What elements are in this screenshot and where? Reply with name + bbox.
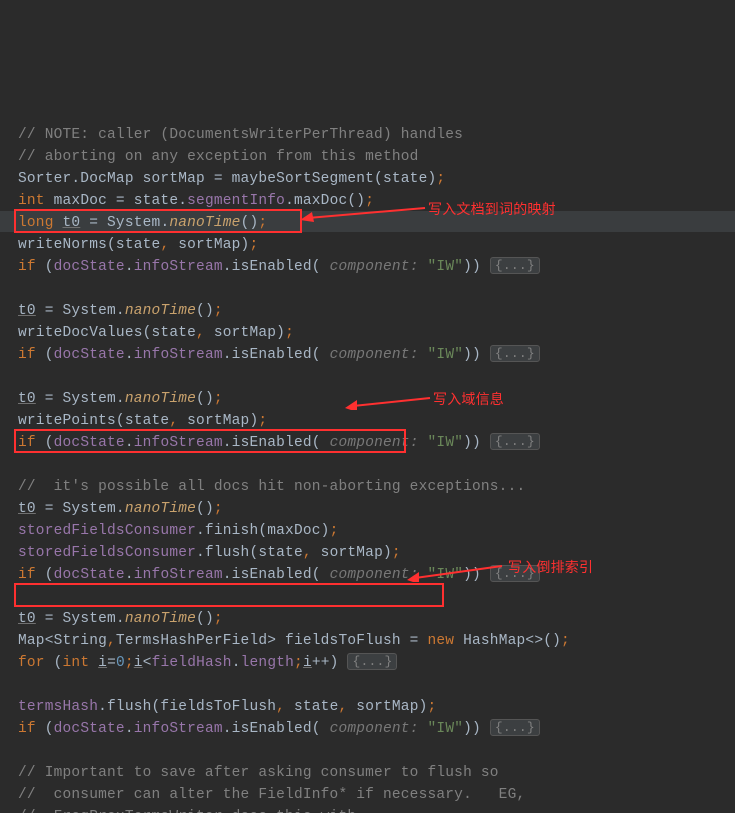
- comment: // it's possible all docs hit non-aborti…: [18, 479, 525, 495]
- comment: // consumer can alter the FieldInfo* if …: [18, 787, 525, 803]
- code-line: for (int i=0;i<fieldHash.length;i++) {..…: [18, 655, 397, 671]
- fold-marker[interactable]: {...}: [490, 345, 540, 362]
- fold-marker[interactable]: {...}: [490, 433, 540, 450]
- fold-marker[interactable]: {...}: [490, 257, 540, 274]
- code-line: t0 = System.nanoTime();: [18, 391, 223, 407]
- code-line: long t0 = System.nanoTime();: [18, 215, 267, 231]
- code-line: int maxDoc = state.segmentInfo.maxDoc();: [18, 193, 374, 209]
- comment: // FreqProxTermsWriter does this with: [18, 809, 356, 813]
- fold-marker[interactable]: {...}: [490, 719, 540, 736]
- code-line: storedFieldsConsumer.finish(maxDoc);: [18, 523, 338, 539]
- code-line: writePoints(state, sortMap);: [18, 413, 267, 429]
- code-editor[interactable]: // NOTE: caller (DocumentsWriterPerThrea…: [0, 0, 735, 813]
- code-line: t0 = System.nanoTime();: [18, 501, 223, 517]
- fold-marker[interactable]: {...}: [347, 653, 397, 670]
- code-line: writeNorms(state, sortMap);: [18, 237, 258, 253]
- comment: // aborting on any exception from this m…: [18, 149, 419, 165]
- code-block: // NOTE: caller (DocumentsWriterPerThrea…: [18, 102, 735, 813]
- code-line: if (docState.infoStream.isEnabled( compo…: [18, 259, 540, 275]
- code-line: if (docState.infoStream.isEnabled( compo…: [18, 435, 540, 451]
- code-line: storedFieldsConsumer.flush(state, sortMa…: [18, 545, 401, 561]
- code-line: Map<String,TermsHashPerField> fieldsToFl…: [18, 633, 570, 649]
- code-line: t0 = System.nanoTime();: [18, 611, 223, 627]
- code-line: if (docState.infoStream.isEnabled( compo…: [18, 567, 540, 583]
- code-line: termsHash.flush(fieldsToFlush, state, so…: [18, 699, 436, 715]
- code-line: if (docState.infoStream.isEnabled( compo…: [18, 721, 540, 737]
- comment: // Important to save after asking consum…: [18, 765, 499, 781]
- code-line: if (docState.infoStream.isEnabled( compo…: [18, 347, 540, 363]
- fold-marker[interactable]: {...}: [490, 565, 540, 582]
- code-line: writeDocValues(state, sortMap);: [18, 325, 294, 341]
- code-line: Sorter.DocMap sortMap = maybeSortSegment…: [18, 171, 445, 187]
- comment: // NOTE: caller (DocumentsWriterPerThrea…: [18, 127, 463, 143]
- code-line: t0 = System.nanoTime();: [18, 303, 223, 319]
